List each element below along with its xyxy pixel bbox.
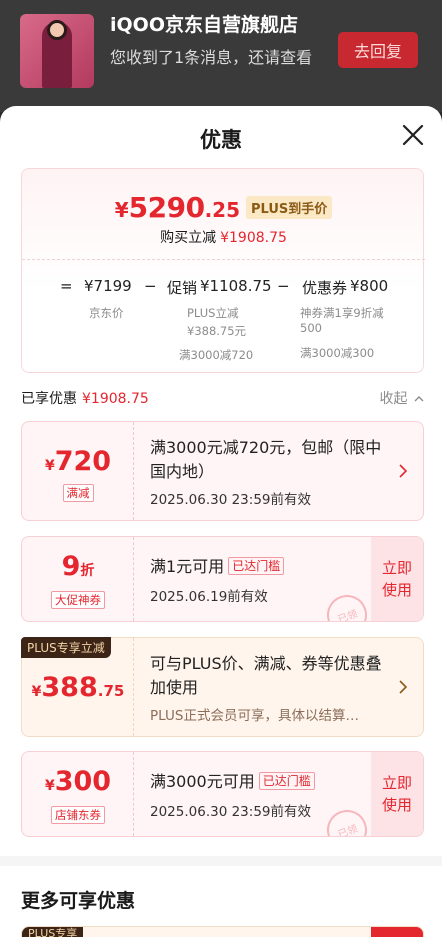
threshold-met-badge: 已达门槛 — [228, 557, 285, 575]
coupon-amount-panel: 9折 大促神券 — [22, 537, 134, 621]
promo-threshold: 满3000减720 — [179, 348, 254, 362]
notification-title: iQOO京东自营旗舰店 — [110, 14, 298, 36]
reply-button[interactable]: 去回复 — [338, 32, 418, 68]
jd-price-label: 京东价 — [89, 306, 124, 320]
coupon-amount: 9折 — [22, 551, 134, 582]
coupon-label: 优惠券 — [302, 279, 348, 297]
instant-discount: 购买立减 ¥1908.75 — [22, 227, 425, 247]
price-summary-card: ¥ 5290 .25 PLUS到手价 购买立减 ¥1908.75 = ¥7199 … — [21, 168, 425, 373]
plus-note: PLUS正式会员可享，具体以结算… — [150, 708, 359, 724]
discount-sheet: 优惠 ¥ 5290 .25 PLUS到手价 购买立减 ¥1908.75 = ¥71… — [0, 106, 442, 937]
use-now-button[interactable]: 立即使用 — [371, 537, 423, 621]
tag-text: 满减 — [62, 484, 94, 502]
tag-text: 店铺东券 — [51, 806, 105, 824]
notification-banner[interactable]: iQOO京东自营旗舰店 您收到了1条消息，还请查看 去回复 — [0, 0, 442, 112]
minus-sign: − — [144, 277, 157, 295]
sheet-title: 优惠 — [200, 128, 242, 152]
more-discounts-title: 更多可享优惠 — [21, 890, 136, 912]
store-avatar — [20, 14, 94, 88]
amount-value: 300 — [54, 766, 112, 797]
currency-symbol: ¥ — [31, 684, 42, 700]
instant-label: 购买立减 — [160, 230, 217, 246]
promo-value: ¥1108.75 — [200, 277, 272, 295]
price-integer: 5290 — [128, 191, 205, 224]
jd-price: ¥7199 — [84, 277, 132, 295]
chevron-up-icon — [414, 396, 424, 402]
amount-value: 9 — [61, 551, 81, 582]
coupon-description: 满1元可用 已达门槛 — [150, 555, 285, 579]
coupon-card: ¥300 店铺东券 满3000元可用 已达门槛 2025.06.30 23:59前… — [21, 751, 424, 837]
tag-text: 大促神券 — [51, 591, 105, 609]
coupon-value: ¥800 — [350, 277, 389, 295]
divider — [22, 259, 425, 260]
enjoyed-label: 已享优惠 — [21, 391, 77, 407]
coupon-validity: 2025.06.19前有效 — [150, 589, 268, 605]
coupon-sub-2: 500 — [300, 321, 322, 335]
coupon-card: 9折 大促神券 满1元可用 已达门槛 2025.06.19前有效 已领 立即使用 — [21, 536, 424, 622]
notification-message: 您收到了1条消息，还请查看 — [110, 48, 313, 67]
coupon-type-tag: 店铺东券 — [22, 804, 134, 824]
close-icon[interactable] — [402, 124, 424, 146]
claimed-stamp: 已领 — [321, 589, 373, 621]
amount-decimal: .75 — [97, 682, 125, 700]
promo-plus-label: PLUS立减 — [187, 306, 239, 320]
equals-sign: = — [60, 277, 73, 295]
currency-symbol: ¥ — [44, 458, 55, 474]
section-separator — [0, 856, 442, 866]
plus-exclusive-tag: PLUS专享立减 — [21, 637, 111, 658]
use-now-button[interactable]: 立即使用 — [371, 752, 423, 836]
final-price: ¥ 5290 .25 PLUS到手价 — [22, 191, 425, 224]
coupon-amount: ¥720 — [22, 446, 134, 477]
discount-unit: 折 — [80, 563, 95, 579]
coupon-validity: 2025.06.30 23:59前有效 — [150, 492, 311, 508]
coupon-amount-panel: ¥300 店铺东券 — [22, 752, 134, 836]
enjoyed-value: ¥1908.75 — [82, 391, 149, 407]
collapse-button[interactable]: 收起 — [380, 388, 424, 408]
promo-plus-value: ¥388.75元 — [187, 324, 247, 338]
coupon-type-tag: 大促神券 — [22, 589, 134, 609]
promo-label: 促销 — [167, 279, 198, 297]
action-button[interactable] — [371, 927, 423, 937]
use-now-label: 立即使用 — [381, 774, 412, 814]
instant-value: ¥1908.75 — [220, 230, 287, 246]
coupon-type-tag: 满减 — [22, 482, 134, 502]
price-decimal: .25 — [204, 198, 240, 222]
coupon-sub-3: 满3000减300 — [300, 346, 375, 360]
chevron-right-icon — [399, 680, 407, 694]
coupon-validity: 2025.06.30 23:59前有效 — [150, 804, 311, 820]
coupon-amount-panel: ¥720 满减 — [22, 422, 134, 520]
coupon-description: 满3000元可用 已达门槛 — [150, 770, 315, 794]
plus-exclusive-tag: PLUS专享 — [22, 927, 84, 937]
coupon-description: 可与PLUS价、满减、券等优惠叠加使用 — [150, 654, 382, 697]
more-discount-card[interactable]: PLUS专享 — [21, 926, 424, 937]
chevron-right-icon — [399, 464, 407, 478]
coupon-amount: ¥388.75 — [22, 672, 134, 703]
currency-symbol: ¥ — [44, 778, 55, 794]
coupon-amount: ¥300 — [22, 766, 134, 797]
plus-price-tag: PLUS到手价 — [246, 196, 333, 219]
coupon-card[interactable]: ¥720 满减 满3000元减720元，包邮（限中国内地） 2025.06.30… — [21, 421, 424, 521]
coupon-sub-1: 神券满1享9折减 — [300, 306, 384, 320]
threshold-met-badge: 已达门槛 — [258, 772, 315, 790]
description-text: 满3000元可用 — [150, 772, 255, 791]
minus-sign: − — [277, 277, 290, 295]
price-symbol: ¥ — [114, 198, 129, 222]
use-now-label: 立即使用 — [381, 559, 412, 599]
amount-value: 720 — [54, 446, 112, 477]
amount-value: 388 — [41, 672, 98, 703]
price-breakdown: = ¥7199 京东价 − 促销 ¥1108.75 PLUS立减 ¥388.75… — [22, 269, 425, 369]
collapse-label: 收起 — [379, 391, 408, 407]
enjoyed-discount: 已享优惠 ¥1908.75 — [21, 388, 149, 408]
claimed-stamp: 已领 — [321, 804, 373, 836]
coupon-description: 满3000元减720元，包邮（限中国内地） — [150, 438, 382, 481]
description-text: 满1元可用 — [150, 557, 225, 576]
